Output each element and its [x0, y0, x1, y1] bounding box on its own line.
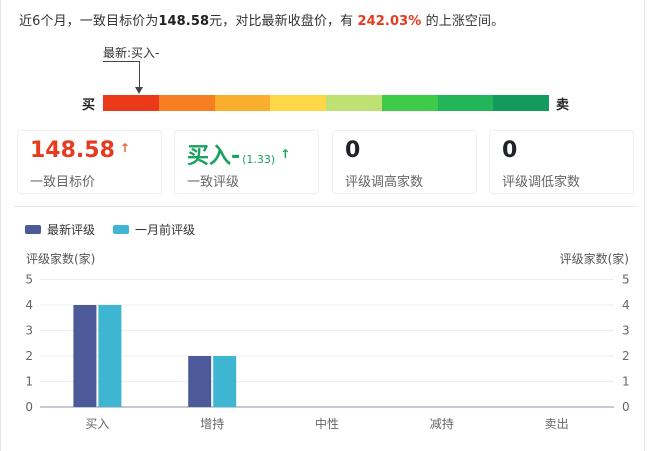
y-tick-label-right: 2: [622, 349, 630, 363]
downgrades-card: 0 评级调低家数: [489, 130, 634, 194]
x-tick-label: 增持: [200, 416, 224, 431]
rating-marker-arrow-icon: [135, 87, 143, 94]
summary-upside: 242.03%: [357, 14, 422, 29]
y-tick-label-left: 5: [25, 273, 33, 287]
target-price-label: 一致目标价: [30, 175, 96, 190]
consensus-rating-score: (1.33): [242, 153, 276, 166]
consensus-rating-value-row: 买入- (1.33) ↑: [187, 138, 290, 170]
bar-latest: [73, 305, 97, 407]
y-tick-label-right: 5: [622, 273, 630, 287]
section-divider: [14, 206, 638, 207]
legend-item-latest[interactable]: 最新评级: [25, 221, 95, 238]
y-tick-label-right: 0: [622, 400, 630, 414]
target-price-value-row: 148.58 ↑: [30, 138, 130, 163]
chart-legend: 最新评级 一月前评级: [25, 221, 213, 238]
rating-bar-chart: 评级家数(家) 评级家数(家) 0 0 1 1 2 2 3 3 4 4 5 5 买入 增持 中性 减持 卖出: [25, 251, 630, 431]
y-tick-label-left: 1: [25, 375, 33, 389]
upgrades-value: 0: [345, 138, 361, 163]
scale-segment: [493, 95, 549, 111]
summary-target-price: 148.58: [158, 14, 210, 29]
summary-mid: 元，对比最新收盘价，有: [209, 14, 354, 29]
summary-prefix: 近6个月，一致目标价为: [19, 14, 159, 29]
legend-label-latest: 最新评级: [47, 223, 96, 237]
y-tick-label-left: 3: [25, 324, 33, 338]
legend-swatch-month-ago: [113, 225, 130, 234]
y-tick-label-right: 4: [622, 298, 630, 312]
scale-buy-label: 买: [82, 98, 96, 113]
upgrades-card: 0 评级调高家数: [332, 130, 477, 194]
x-tick-label: 减持: [430, 416, 454, 431]
bar-latest: [188, 356, 212, 407]
legend-label-month-ago: 一月前评级: [135, 223, 196, 237]
x-tick-label: 卖出: [545, 417, 569, 431]
rating-marker-label: 最新:买入-: [103, 46, 160, 60]
consensus-rating-label: 一致评级: [187, 175, 240, 190]
consensus-rating-value: 买入-: [187, 144, 241, 169]
rating-marker-line: [103, 61, 139, 62]
target-price-card: 148.58 ↑ 一致目标价: [17, 130, 162, 194]
y-axis-title-left: 评级家数(家): [26, 251, 95, 266]
x-tick-label: 中性: [315, 416, 339, 431]
target-price-value: 148.58: [30, 138, 115, 163]
rating-marker: 最新:买入-: [103, 44, 173, 96]
downgrades-value: 0: [502, 138, 518, 163]
summary-text: 近6个月，一致目标价为148.58元，对比最新收盘价，有 242.03% 的上涨…: [19, 10, 504, 29]
y-tick-label-left: 4: [25, 298, 33, 312]
y-axis-title-right: 评级家数(家): [560, 251, 629, 266]
legend-item-month-ago[interactable]: 一月前评级: [113, 221, 195, 238]
downgrades-label: 评级调低家数: [502, 175, 581, 190]
scale-segment: [270, 95, 326, 111]
y-tick-label-left: 0: [25, 400, 33, 414]
bar-month-ago: [98, 305, 122, 407]
rating-marker-stem: [139, 61, 140, 89]
bar-month-ago: [213, 356, 237, 407]
x-tick-label: 买入: [85, 417, 109, 431]
scale-sell-label: 卖: [556, 98, 570, 113]
y-tick-label-left: 2: [25, 349, 33, 363]
scale-segment: [158, 95, 215, 111]
consensus-rating-card: 买入- (1.33) ↑ 一致评级: [174, 130, 319, 194]
scale-segment: [214, 95, 271, 111]
legend-swatch-latest: [25, 225, 41, 234]
y-tick-label-right: 1: [622, 375, 630, 389]
scale-segment: [437, 95, 494, 111]
y-tick-label-right: 3: [622, 324, 630, 338]
summary-suffix: 的上涨空间。: [425, 14, 505, 29]
scale-segment: [103, 95, 159, 111]
scale-segment: [326, 95, 382, 111]
arrow-up-icon: ↑: [280, 147, 291, 161]
scale-segment: [381, 95, 438, 111]
upgrades-label: 评级调高家数: [345, 175, 424, 190]
rating-color-scale: [103, 95, 549, 111]
arrow-up-icon: ↑: [119, 141, 130, 155]
